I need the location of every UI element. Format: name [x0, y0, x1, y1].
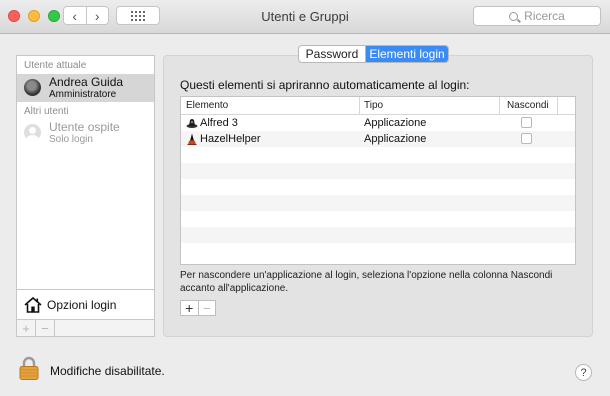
remove-user-button[interactable]: − — [36, 320, 55, 336]
login-items-heading: Questi elementi si apriranno automaticam… — [180, 78, 470, 92]
hide-help-note: Per nascondere un'applicazione al login,… — [180, 270, 553, 294]
tab-bar: Password Elementi login — [298, 45, 449, 63]
empty-row — [181, 179, 575, 195]
lock-icon[interactable] — [19, 356, 39, 380]
column-header-element[interactable]: Elemento — [186, 100, 228, 111]
empty-row — [181, 243, 575, 259]
titlebar: ‹ › Utenti e Gruppi Ricerca — [0, 0, 610, 34]
current-user-section-label: Utente attuale — [24, 60, 87, 71]
login-items-add-remove: + − — [180, 300, 216, 316]
column-header-hide[interactable]: Nascondi — [507, 100, 549, 111]
table-header: Elemento Tipo Nascondi — [181, 97, 575, 115]
empty-row — [181, 147, 575, 163]
add-login-item-button[interactable]: + — [181, 301, 198, 315]
tab-password[interactable]: Password — [299, 46, 366, 62]
remove-login-item-button[interactable]: − — [197, 301, 216, 315]
item-type: Applicazione — [364, 133, 427, 145]
add-user-button[interactable]: + — [17, 320, 36, 336]
hazel-icon — [187, 133, 197, 145]
item-type: Applicazione — [364, 117, 427, 129]
login-items-table: Elemento Tipo Nascondi Alfred 3 Applicaz… — [180, 96, 576, 265]
column-header-type[interactable]: Tipo — [364, 100, 383, 111]
preferences-window: ‹ › Utenti e Gruppi Ricerca Utente attua… — [0, 0, 610, 396]
alfred-icon — [186, 119, 198, 128]
hide-checkbox[interactable] — [521, 133, 532, 144]
avatar — [24, 79, 41, 96]
empty-row — [181, 195, 575, 211]
item-name: Alfred 3 — [200, 117, 238, 129]
item-name-cell: HazelHelper — [186, 133, 261, 145]
empty-row — [181, 227, 575, 243]
search-placeholder: Ricerca — [524, 9, 565, 23]
login-options-label: Opzioni login — [47, 297, 117, 312]
column-divider — [499, 97, 500, 114]
user-role: Amministratore — [49, 89, 117, 100]
empty-row — [181, 163, 575, 179]
house-icon — [24, 296, 42, 313]
table-row[interactable]: HazelHelper Applicazione — [181, 131, 575, 147]
help-button[interactable]: ? — [575, 364, 592, 381]
item-name-cell: Alfred 3 — [186, 117, 238, 129]
column-divider — [557, 97, 558, 114]
other-users-section-label: Altri utenti — [24, 106, 69, 117]
table-row[interactable]: Alfred 3 Applicazione — [181, 115, 575, 131]
sidebar-add-remove: + − — [16, 320, 155, 337]
column-divider — [359, 97, 360, 114]
empty-row — [181, 211, 575, 227]
users-sidebar: Utente attuale Andrea Guida Amministrato… — [16, 55, 155, 320]
search-field[interactable]: Ricerca — [473, 6, 601, 26]
hide-checkbox[interactable] — [521, 117, 532, 128]
lock-status-text: Modifiche disabilitate. — [50, 364, 165, 378]
item-name: HazelHelper — [200, 133, 261, 145]
user-item-current[interactable]: Andrea Guida Amministratore — [17, 74, 154, 102]
user-name: Utente ospite — [49, 120, 120, 134]
user-item-guest[interactable]: Utente ospite Solo login — [17, 119, 154, 147]
guest-avatar-icon — [24, 124, 41, 141]
login-options-item[interactable]: Opzioni login — [17, 290, 154, 319]
search-icon — [509, 11, 519, 21]
tab-login-items[interactable]: Elementi login — [366, 46, 448, 62]
user-name: Andrea Guida — [49, 75, 124, 89]
user-role: Solo login — [49, 134, 93, 145]
